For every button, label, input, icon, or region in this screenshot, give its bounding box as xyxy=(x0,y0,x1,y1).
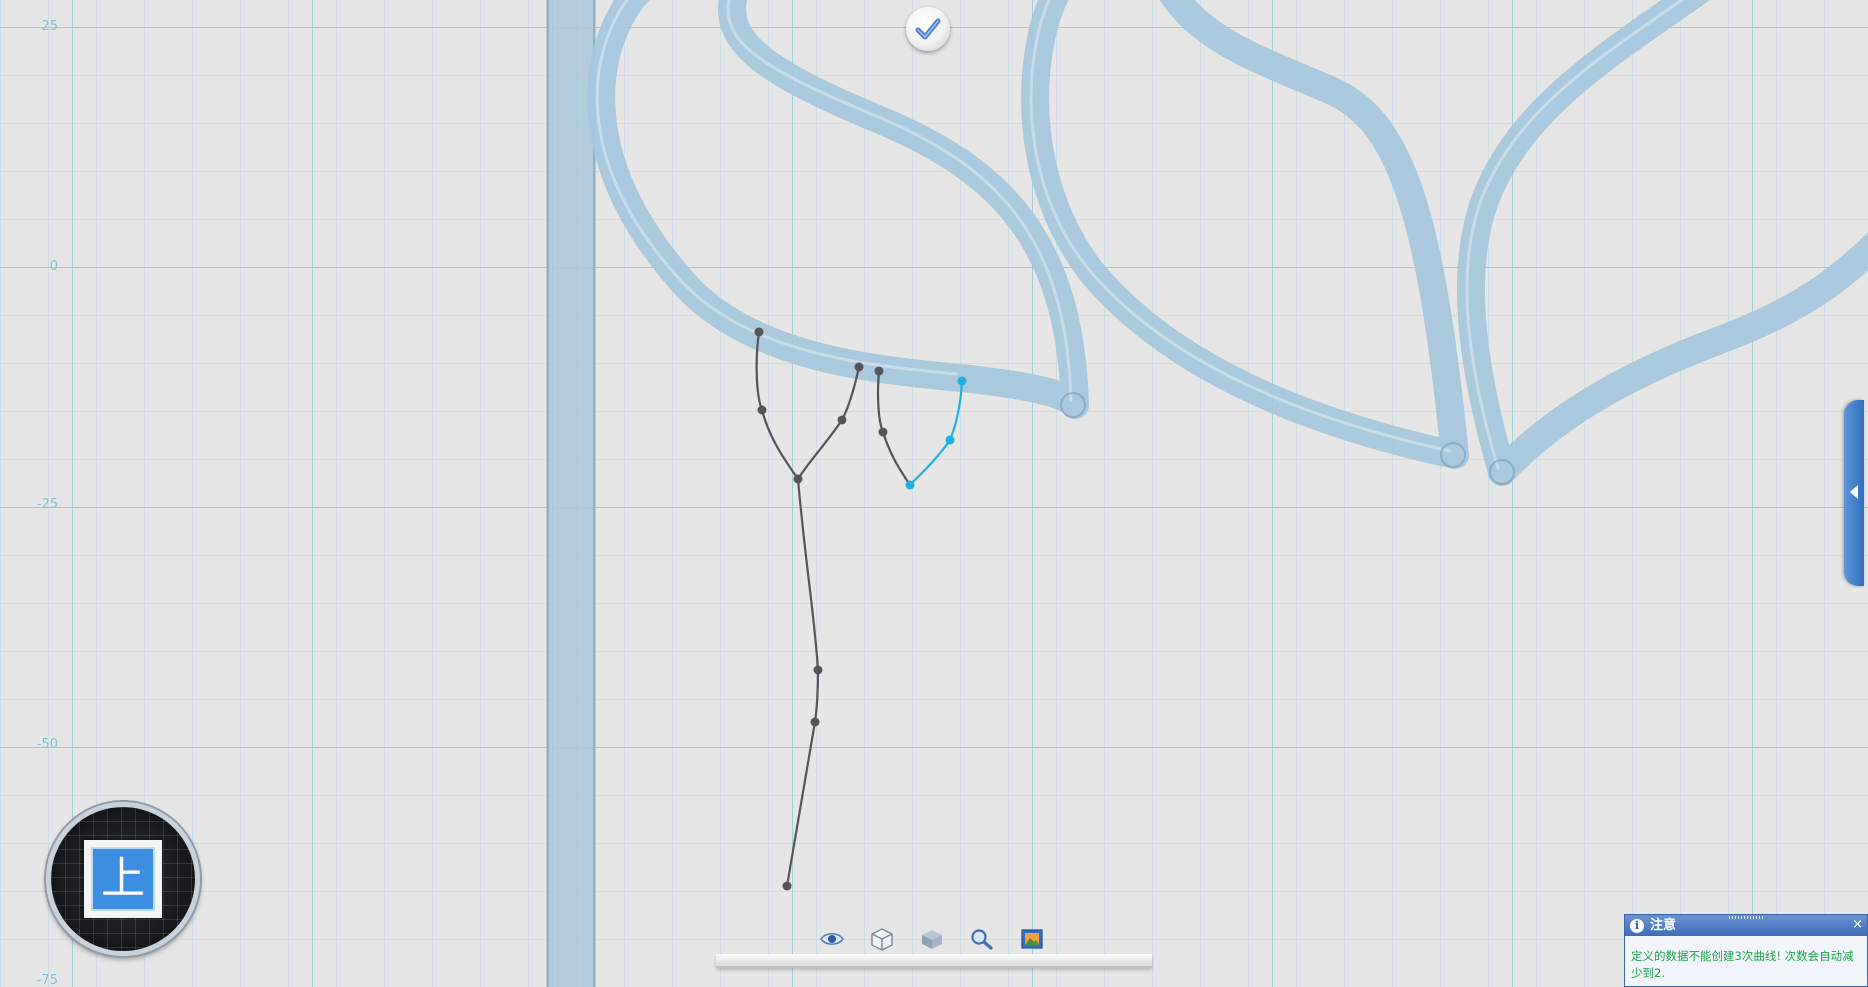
control-point[interactable] xyxy=(854,362,864,372)
axis-label-minus-25: -25 xyxy=(36,497,58,512)
axis-label-0: 0 xyxy=(49,259,58,274)
view-cube-face-label: 上 xyxy=(91,847,155,911)
modeling-viewport[interactable]: 25 0 -25 -50 -75 xyxy=(0,0,1868,987)
control-point[interactable] xyxy=(782,881,792,891)
picture-icon xyxy=(1021,929,1043,949)
side-panel-toggle[interactable] xyxy=(1844,400,1864,586)
view-cube-top-face[interactable]: 上 xyxy=(84,840,162,918)
axis-label-minus-50: -50 xyxy=(36,737,58,752)
eye-icon xyxy=(820,932,844,946)
vertical-reference-bar xyxy=(546,0,596,987)
notice-close-button[interactable]: × xyxy=(1852,916,1863,934)
control-point[interactable] xyxy=(878,427,888,437)
scene-canvas[interactable] xyxy=(0,0,1868,987)
notice-message: 定义的数据不能创建3次曲线! 次数会自动减少到2. xyxy=(1631,949,1854,980)
control-point[interactable] xyxy=(810,717,820,727)
active-control-point[interactable] xyxy=(945,435,955,445)
active-control-point[interactable] xyxy=(957,376,967,386)
control-point[interactable] xyxy=(757,405,767,415)
arrow-left-icon xyxy=(1850,485,1858,499)
control-point[interactable] xyxy=(874,366,884,376)
view-cube[interactable]: 上 xyxy=(46,802,200,956)
axis-label-25: 25 xyxy=(41,19,58,34)
notice-popup: i 注意 × 定义的数据不能创建3次曲线! 次数会自动减少到2. xyxy=(1624,914,1868,987)
view-eye-tool[interactable] xyxy=(818,926,846,952)
control-point[interactable] xyxy=(837,415,847,425)
zoom-tool[interactable] xyxy=(968,926,996,952)
solid-cube-tool[interactable] xyxy=(918,926,946,952)
wireframe-cube-icon xyxy=(871,928,893,951)
axis-label-minus-75: -75 xyxy=(36,973,58,987)
active-control-point[interactable] xyxy=(905,480,915,490)
control-point[interactable] xyxy=(754,327,764,337)
info-icon: i xyxy=(1630,919,1644,933)
notice-title: 注意 xyxy=(1650,918,1677,933)
magnifier-icon xyxy=(971,929,993,950)
control-point[interactable] xyxy=(793,474,803,484)
notice-grip xyxy=(1729,916,1763,919)
confirm-button[interactable] xyxy=(906,7,950,51)
render-tool[interactable] xyxy=(1018,926,1046,952)
bottom-toolbar xyxy=(716,920,1152,974)
notice-titlebar[interactable]: i 注意 × xyxy=(1625,915,1867,936)
wireframe-cube-tool[interactable] xyxy=(868,926,896,952)
toolbar-shelf xyxy=(716,954,1152,968)
solid-cube-icon xyxy=(922,930,942,949)
control-point[interactable] xyxy=(813,665,823,675)
checkmark-icon xyxy=(915,18,941,40)
